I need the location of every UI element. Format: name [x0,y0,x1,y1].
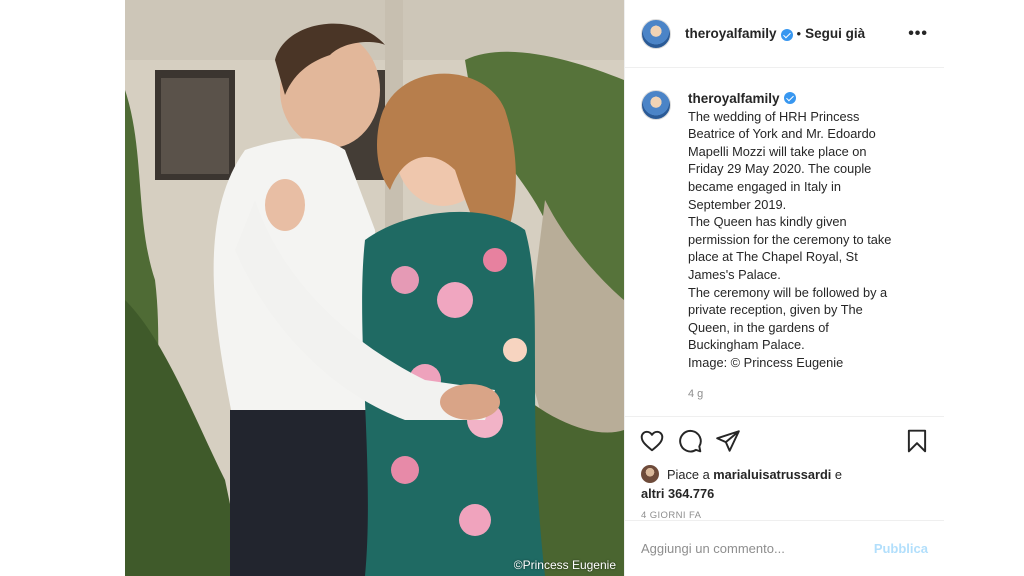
verified-badge-icon [783,92,796,104]
post-header: theroyalfamily • Segui già ••• [625,0,944,68]
caption-line: The Queen has kindly given [688,214,847,230]
caption-line: The wedding of HRH Princess [688,108,860,124]
caption-line: private reception, given by The [688,302,863,318]
photo-watermark: ©Princess Eugenie [513,558,616,572]
heart-icon [640,430,664,451]
author-username[interactable]: theroyalfamily [685,26,777,41]
likes-conjunction: e [834,466,843,482]
bookmark-icon [907,429,927,452]
paper-plane-icon [716,429,740,452]
caption-line: James's Palace. [688,266,781,282]
share-button[interactable] [715,428,741,454]
comment-input[interactable] [641,541,874,556]
header-separator: • [796,26,802,41]
likes-prefix: Piace a [667,466,710,482]
caption-line: Image: © Princess Eugenie [688,354,844,370]
caption-line: permission for the ceremony to take [688,231,892,247]
comment-icon [679,429,702,452]
caption-line: September 2019. [688,196,787,212]
caption-line: place at The Chapel Royal, St [688,249,858,265]
caption-line: Queen, in the gardens of [688,319,829,335]
caption-line: Beatrice of York and Mr. Edoardo [688,126,876,142]
caption-line: became engaged in Italy in [688,178,841,194]
post-image[interactable]: ©Princess Eugenie [125,0,624,576]
post-photo-illustration [125,0,624,576]
comment-button[interactable] [677,428,703,454]
caption-avatar[interactable] [641,90,671,120]
liker-avatar[interactable] [641,465,659,483]
save-button[interactable] [904,428,930,454]
caption-username[interactable]: theroyalfamily [688,91,780,106]
comment-box: Pubblica [625,520,944,576]
caption-line: The ceremony will be followed by a [688,284,888,300]
likes-count-row: altri 364.776 [625,484,944,504]
follow-button[interactable]: Segui già [805,26,865,41]
caption-section: theroyalfamily The wedding of HRH Prince… [625,68,944,416]
caption-line: Mapelli Mozzi will take place on [688,143,867,159]
liker-username[interactable]: marialuisatrussardi [713,467,831,482]
caption-line: Friday 29 May 2020. The couple [688,161,872,177]
likes-summary: Piace a marialuisatrussardi e [625,464,944,484]
caption-text: theroyalfamily The wedding of HRH Prince… [688,90,920,416]
action-bar [625,416,944,464]
publish-button[interactable]: Pubblica [874,541,928,556]
author-avatar[interactable] [641,18,671,49]
caption-line: Buckingham Palace. [688,337,805,353]
likes-count[interactable]: altri 364.776 [641,486,714,501]
like-button[interactable] [639,428,665,454]
verified-badge-icon [780,28,793,41]
more-options-icon[interactable]: ••• [908,25,928,43]
caption-time-ago[interactable]: 4 g [688,386,920,404]
post-side-panel: theroyalfamily • Segui già ••• theroyalf… [624,0,944,576]
